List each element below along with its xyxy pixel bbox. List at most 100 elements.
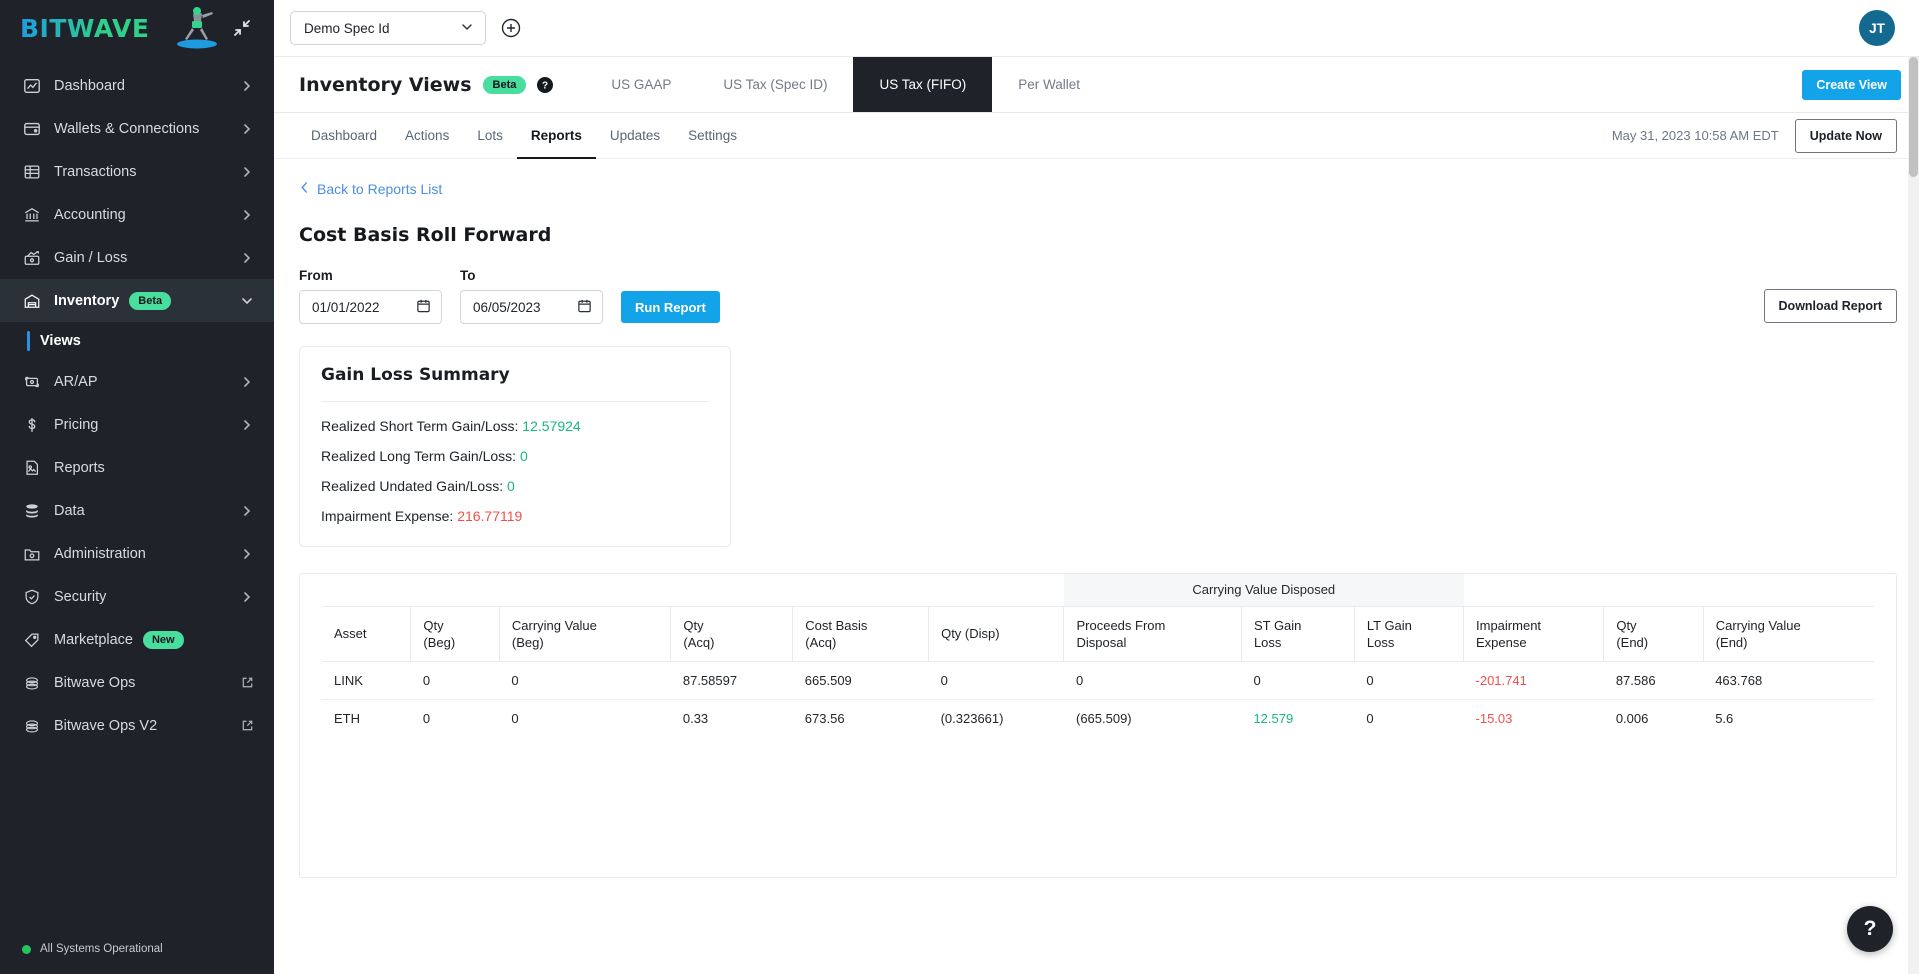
cell-asset: LINK [322, 660, 411, 699]
col-proceeds-from-disposal[interactable]: Proceeds From Disposal [1063, 605, 1242, 661]
col-line2: (Acq) [683, 634, 715, 650]
sidebar-item-badge: New [142, 630, 184, 649]
col-line1: Asset [334, 626, 367, 641]
sidebar-item-accounting[interactable]: Accounting [0, 193, 274, 236]
table-row[interactable]: LINK 0 0 87.58597 665.509 0 0 0 0 -201.7… [322, 660, 1874, 699]
subtab-reports[interactable]: Reports [517, 113, 596, 159]
sidebar-item-badge: Beta [129, 291, 172, 310]
calendar-icon[interactable] [577, 298, 592, 316]
sidebar-item-administration[interactable]: Administration [0, 532, 274, 575]
col-asset[interactable]: Asset [322, 605, 412, 661]
chevron-down-icon [240, 294, 254, 308]
cell-cost-basis-acq: 665.509 [792, 660, 929, 699]
help-circle-icon[interactable]: ? [537, 76, 554, 93]
col-qty-acq[interactable]: Qty (Acq) [670, 605, 794, 661]
add-spec-icon[interactable] [500, 17, 522, 39]
subtab-lots[interactable]: Lots [463, 113, 517, 159]
cell-asset: ETH [322, 698, 411, 737]
subtab-dashboard[interactable]: Dashboard [299, 113, 391, 159]
calendar-icon[interactable] [416, 298, 431, 316]
sidebar-item-dashboard[interactable]: Dashboard [0, 64, 274, 107]
col-cost-basis-acq[interactable]: Cost Basis (Acq) [792, 605, 930, 661]
chevron-right-icon [240, 547, 254, 561]
col-line1: Qty [1616, 617, 1637, 633]
col-impairment-expense[interactable]: Impairment Expense [1463, 605, 1605, 661]
sidebar-item-label: Inventory [54, 292, 120, 309]
col-line2: (End) [1715, 634, 1748, 650]
summary-value: 0 [519, 448, 528, 464]
sidebar-brand: BITWAVE [0, 0, 274, 56]
collapse-sidebar-icon[interactable] [232, 18, 252, 38]
summary-label: Impairment Expense: [321, 508, 454, 524]
summary-row: Realized Undated Gain/Loss: 0 [321, 478, 709, 494]
from-date-input[interactable]: 01/01/2022 [299, 290, 442, 324]
cell-carrying-value-beg: 0 [499, 660, 671, 699]
sidebar-item-bitwave-ops-v2[interactable]: Bitwave Ops V2 [0, 704, 274, 747]
sidebar-item-transactions[interactable]: Transactions [0, 150, 274, 193]
user-avatar[interactable]: JT [1859, 10, 1895, 46]
sidebar-item-pricing[interactable]: Pricing [0, 403, 274, 446]
sidebar-item-security[interactable]: Security [0, 575, 274, 618]
sidebar-item-label: Marketplace [54, 631, 133, 648]
col-line2: Disposal [1076, 634, 1127, 650]
tab-us-tax-fifo[interactable]: US Tax (FIFO) [853, 57, 993, 112]
tab-us-tax-spec-id[interactable]: US Tax (Spec ID) [697, 57, 853, 112]
col-line1: ST Gain [1253, 617, 1302, 633]
run-report-button[interactable]: Run Report [621, 291, 720, 323]
help-fab-button[interactable]: ? [1847, 906, 1893, 952]
col-line1: Proceeds From [1076, 617, 1166, 633]
to-date-input[interactable]: 06/05/2023 [460, 290, 603, 324]
subtab-updates[interactable]: Updates [596, 113, 674, 159]
sidebar-item-bitwave-ops[interactable]: Bitwave Ops [0, 661, 274, 704]
cell-qty-acq: 0.33 [670, 698, 793, 737]
report-title: Cost Basis Roll Forward [299, 224, 552, 246]
sidebar-item-data[interactable]: Data [0, 489, 274, 532]
from-date-value: 01/01/2022 [312, 299, 380, 315]
col-qty-beg[interactable]: Qty (Beg) [410, 605, 500, 661]
sidebar-item-reports[interactable]: Reports [0, 446, 274, 489]
subtab-actions[interactable]: Actions [391, 113, 463, 159]
tab-per-wallet[interactable]: Per Wallet [992, 57, 1106, 112]
cell-carrying-value-end: 5.6 [1703, 698, 1874, 737]
col-lt-gain-loss[interactable]: LT Gain Loss [1354, 605, 1465, 661]
sidebar-item-gain-loss[interactable]: Gain / Loss [0, 236, 274, 279]
vertical-scrollbar[interactable] [1908, 57, 1919, 974]
scrollbar-thumb[interactable] [1909, 57, 1918, 177]
table-row[interactable]: ETH 0 0 0.33 673.56 (0.323661) (665.509)… [322, 698, 1874, 737]
cell-qty-disp: (0.323661) [928, 698, 1064, 737]
update-now-button[interactable]: Update Now [1794, 118, 1897, 153]
sidebar-item-ar-ap[interactable]: AR/AP [0, 360, 274, 403]
sidebar-item-label: Bitwave Ops [54, 674, 136, 691]
content-wrapper: Inventory Views Beta ? US GAAP US Tax (S… [274, 56, 1919, 974]
tab-label: US Tax (Spec ID) [723, 77, 828, 92]
col-carrying-value-end[interactable]: Carrying Value (End) [1703, 605, 1874, 661]
subtab-settings[interactable]: Settings [674, 113, 751, 159]
sidebar-item-inventory[interactable]: Inventory Beta [0, 279, 274, 322]
table-group-header-row: Carrying Value Disposed [322, 574, 1874, 606]
tab-us-gaap[interactable]: US GAAP [585, 57, 697, 112]
top-bar: Demo Spec Id JT [274, 0, 1919, 56]
back-to-reports-list-link[interactable]: Back to Reports List [299, 181, 442, 197]
spec-id-select[interactable]: Demo Spec Id [290, 11, 486, 45]
report-body: Back to Reports List Cost Basis Roll For… [274, 159, 1919, 974]
create-view-button[interactable]: Create View [1802, 69, 1901, 100]
col-st-gain-loss[interactable]: ST Gain Loss [1241, 605, 1355, 661]
col-qty-end[interactable]: Qty (End) [1603, 605, 1704, 661]
group-header-carrying-value-disposed: Carrying Value Disposed [1063, 574, 1464, 606]
summary-label: Realized Long Term Gain/Loss: [321, 448, 517, 464]
col-line2: (Beg) [423, 634, 456, 650]
sidebar-item-wallets-connections[interactable]: Wallets & Connections [0, 107, 274, 150]
subtab-label: Dashboard [311, 127, 378, 143]
sidebar-item-marketplace[interactable]: Marketplace New [0, 618, 274, 661]
cell-proceeds-from-disposal: (665.509) [1063, 698, 1242, 737]
chevron-right-icon [240, 208, 254, 222]
sidebar-item-label: Dashboard [54, 77, 125, 94]
cell-st-gain-loss: 12.579 [1241, 698, 1355, 737]
col-carrying-value-beg[interactable]: Carrying Value (Beg) [499, 605, 672, 661]
col-line1: LT Gain [1366, 617, 1412, 633]
col-qty-disp[interactable]: Qty (Disp) [928, 605, 1065, 661]
table-header-row: Asset Qty (Beg) Carrying Value (Beg) Qty (A… [322, 605, 1874, 661]
cell-impairment-expense: -15.03 [1463, 698, 1604, 737]
sidebar-item-views[interactable]: Views [0, 322, 274, 360]
download-report-button[interactable]: Download Report [1763, 289, 1897, 323]
